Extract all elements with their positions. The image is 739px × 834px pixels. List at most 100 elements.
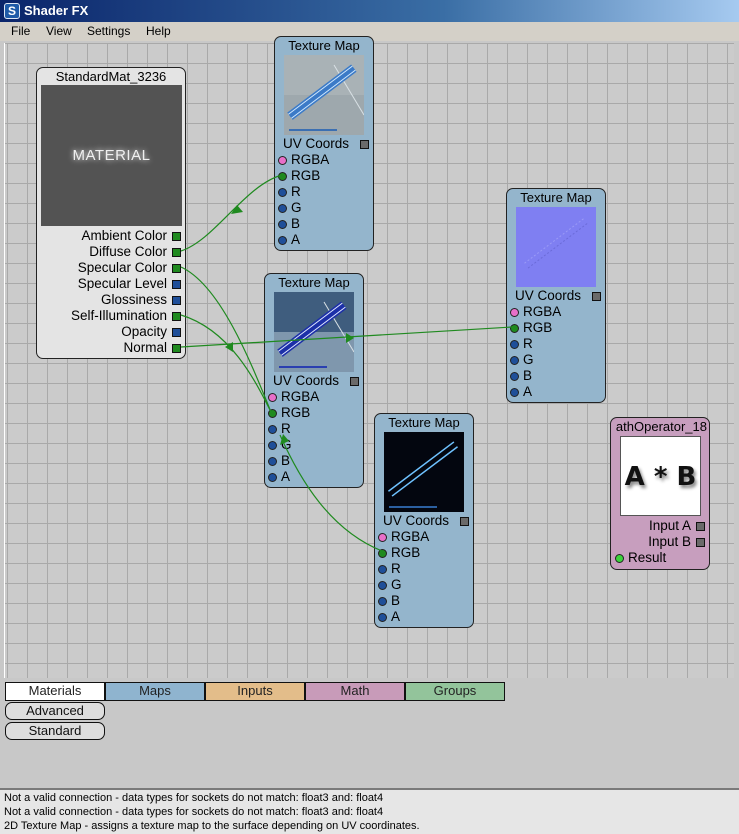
port-label: RGBA — [391, 529, 430, 544]
status-message: Not a valid connection - data types for … — [4, 806, 384, 818]
texture-map-node[interactable]: Texture Map UV Coords RGBA RGB R G B A — [264, 273, 364, 488]
tab-maps[interactable]: Maps — [105, 682, 205, 701]
output-socket[interactable] — [510, 308, 519, 317]
port-label: UV Coords — [515, 288, 582, 303]
palette-tabs: Materials Maps Inputs Math Groups — [5, 682, 505, 701]
port-label: RGBA — [523, 304, 562, 319]
menu-file[interactable]: File — [11, 24, 30, 38]
output-socket[interactable] — [268, 393, 277, 402]
output-socket[interactable] — [268, 457, 277, 466]
texture-map-node[interactable]: Texture Map UV Coords RGBA RGB R G B A — [506, 188, 606, 403]
output-socket[interactable] — [278, 236, 287, 245]
port-label: R — [523, 336, 533, 351]
window-title: Shader FX — [24, 3, 89, 18]
output-socket[interactable] — [278, 188, 287, 197]
output-socket[interactable] — [378, 581, 387, 590]
menu-help[interactable]: Help — [146, 24, 171, 38]
texture-map-node[interactable]: Texture Map UV Coords RGBA RGB R G B A — [374, 413, 474, 628]
port-label: RGB — [281, 405, 311, 420]
output-socket[interactable] — [268, 441, 277, 450]
port-label: Specular Color — [77, 260, 167, 275]
tab-materials[interactable]: Materials — [5, 682, 105, 701]
port-label: Specular Level — [77, 276, 167, 291]
port-label: G — [291, 200, 302, 215]
input-socket[interactable] — [172, 248, 181, 257]
port-label: RGBA — [291, 152, 330, 167]
output-socket[interactable] — [278, 204, 287, 213]
node-title: Texture Map — [288, 38, 360, 53]
input-socket[interactable] — [696, 522, 705, 531]
math-preview: A * B — [620, 436, 701, 516]
palette-item-standard[interactable]: Standard — [5, 722, 105, 740]
output-socket[interactable] — [510, 388, 519, 397]
port-label: UV Coords — [283, 136, 350, 151]
node-title: athOperator_18 — [615, 419, 707, 434]
material-preview: MATERIAL — [41, 85, 182, 226]
input-socket[interactable] — [592, 292, 601, 301]
port-label: A — [523, 384, 533, 399]
input-socket[interactable] — [350, 377, 359, 386]
input-socket[interactable] — [172, 296, 181, 305]
node-title: Texture Map — [520, 190, 592, 205]
texture-preview — [516, 207, 596, 287]
node-title: StandardMat_3236 — [55, 69, 167, 84]
app-logo-icon: S — [4, 3, 20, 19]
output-socket[interactable] — [278, 172, 287, 181]
port-label: A — [391, 609, 401, 624]
port-label: R — [391, 561, 401, 576]
texture-map-node[interactable]: Texture Map UV Coords RGBA RGB R G B A — [274, 36, 374, 251]
port-label: Glossiness — [100, 292, 167, 307]
output-socket[interactable] — [278, 220, 287, 229]
port-label: Opacity — [121, 324, 167, 339]
title-bar: S Shader FX — [0, 0, 739, 22]
menu-view[interactable]: View — [46, 24, 72, 38]
input-socket[interactable] — [172, 264, 181, 273]
output-socket[interactable] — [378, 533, 387, 542]
output-socket[interactable] — [378, 613, 387, 622]
output-socket[interactable] — [378, 565, 387, 574]
tab-math[interactable]: Math — [305, 682, 405, 701]
menu-settings[interactable]: Settings — [87, 24, 130, 38]
port-label: Ambient Color — [81, 228, 167, 243]
port-label: UV Coords — [273, 373, 340, 388]
math-operator-node[interactable]: athOperator_18 A * B Input A Input B Res… — [610, 417, 710, 570]
input-socket[interactable] — [172, 280, 181, 289]
tab-inputs[interactable]: Inputs — [205, 682, 305, 701]
input-socket[interactable] — [172, 232, 181, 241]
port-label: R — [281, 421, 291, 436]
input-socket[interactable] — [172, 328, 181, 337]
output-socket[interactable] — [510, 340, 519, 349]
output-socket[interactable] — [510, 372, 519, 381]
port-label: Input A — [648, 518, 691, 533]
port-label: RGB — [523, 320, 553, 335]
input-socket[interactable] — [696, 538, 705, 547]
status-message: 2D Texture Map - assigns a texture map t… — [4, 820, 420, 832]
status-log: Not a valid connection - data types for … — [0, 788, 739, 834]
port-label: R — [291, 184, 301, 199]
input-socket[interactable] — [360, 140, 369, 149]
texture-preview — [274, 292, 354, 372]
output-socket[interactable] — [378, 597, 387, 606]
port-label: B — [281, 453, 291, 468]
output-socket[interactable] — [268, 425, 277, 434]
input-socket[interactable] — [460, 517, 469, 526]
output-socket[interactable] — [268, 473, 277, 482]
output-socket[interactable] — [510, 356, 519, 365]
output-socket[interactable] — [278, 156, 287, 165]
material-node[interactable]: StandardMat_3236 MATERIAL Ambient Color D… — [36, 67, 186, 359]
port-label: Input B — [648, 534, 691, 549]
input-socket[interactable] — [172, 312, 181, 321]
input-socket[interactable] — [172, 344, 181, 353]
output-socket[interactable] — [268, 409, 277, 418]
texture-preview — [284, 55, 364, 135]
port-label: RGB — [291, 168, 321, 183]
status-message: Not a valid connection - data types for … — [4, 792, 384, 804]
tab-groups[interactable]: Groups — [405, 682, 505, 701]
output-socket[interactable] — [510, 324, 519, 333]
output-socket[interactable] — [615, 554, 624, 563]
port-label: UV Coords — [383, 513, 450, 528]
output-socket[interactable] — [378, 549, 387, 558]
port-label: B — [291, 216, 301, 231]
port-label: A — [291, 232, 301, 247]
palette-item-advanced[interactable]: Advanced — [5, 702, 105, 720]
